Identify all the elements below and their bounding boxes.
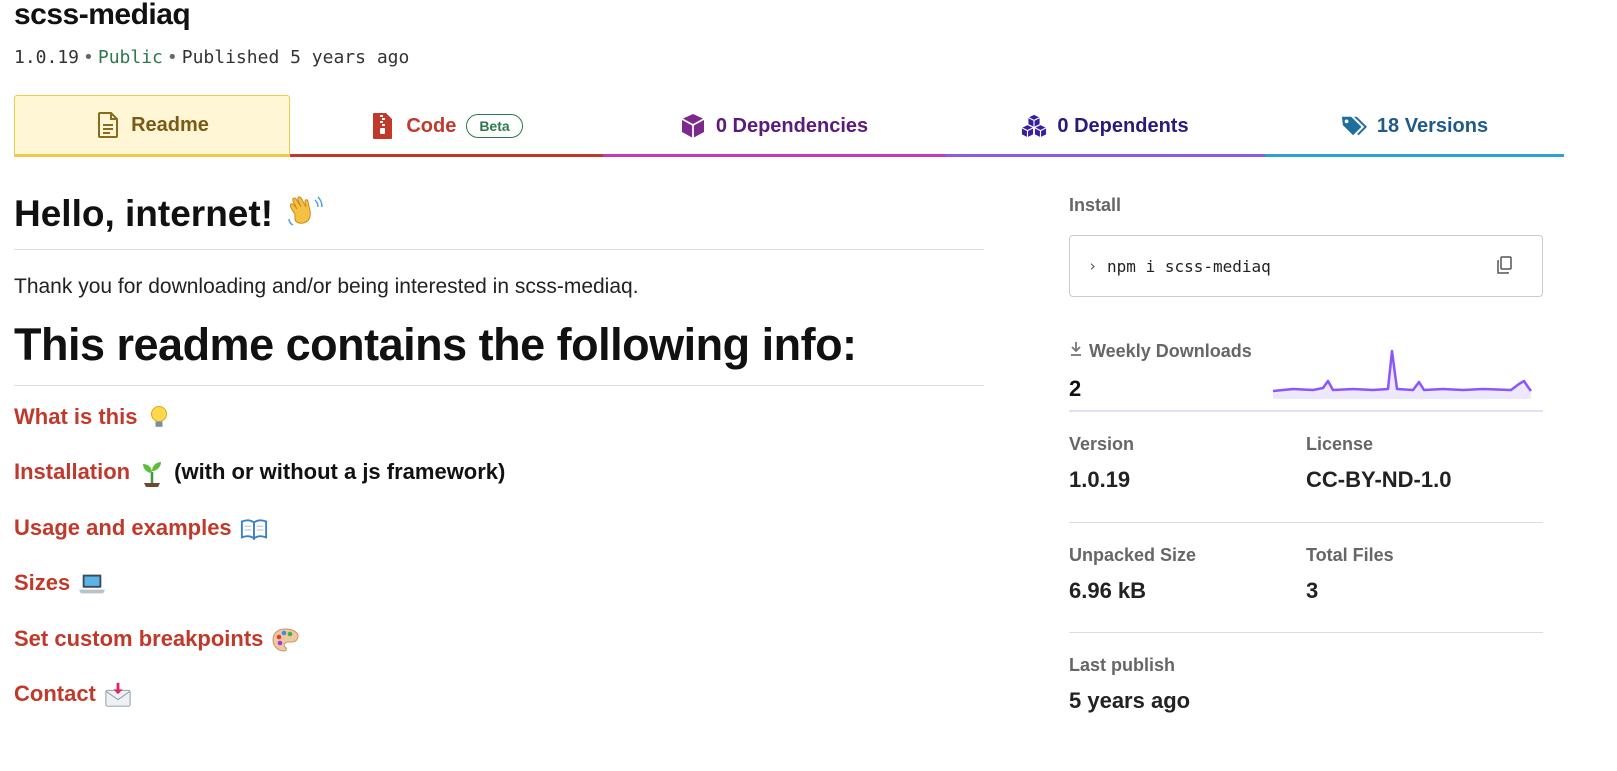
- package-name: scss-mediaq: [14, 0, 191, 31]
- tab-dependencies-label: 0 Dependencies: [715, 114, 869, 137]
- install-command[interactable]: npm i scss-mediaq: [1107, 257, 1271, 276]
- total-files-value: 3: [1306, 578, 1319, 603]
- toc-link-what-is-this[interactable]: What is this: [14, 404, 137, 430]
- toc-item-what-is-this: What is this: [14, 404, 984, 459]
- beta-badge: Beta: [466, 114, 523, 138]
- tab-code-label: Code: [406, 114, 457, 137]
- readme-toc: What is this Installation (with or witho…: [14, 404, 984, 736]
- readme-content: Hello, internet! Thank you for downloadi…: [14, 190, 984, 736]
- envelope-with-arrow-icon: [104, 681, 132, 709]
- toc-link-installation[interactable]: Installation: [14, 459, 130, 485]
- toc-item-breakpoints: Set custom breakpoints: [14, 626, 984, 681]
- tab-readme[interactable]: Readme: [14, 95, 290, 157]
- readme-intro: Thank you for downloading and/or being i…: [14, 275, 639, 298]
- toc-link-contact[interactable]: Contact: [14, 681, 96, 707]
- last-publish-label: Last publish: [1069, 655, 1176, 675]
- open-book-icon: [240, 515, 268, 543]
- readme-heading: Hello, internet!: [14, 190, 984, 250]
- install-command-box[interactable]: › npm i scss-mediaq: [1069, 235, 1543, 297]
- package-version: 1.0.19: [14, 47, 80, 68]
- tab-versions[interactable]: 18 Versions: [1265, 95, 1564, 157]
- light-bulb-icon: [145, 404, 173, 432]
- tab-readme-label: Readme: [131, 113, 209, 136]
- toc-item-installation: Installation (with or without a js frame…: [14, 459, 984, 514]
- package-meta: 1.0.19 • Public • Published 5 years ago: [14, 47, 410, 68]
- waving-hand-icon: [283, 190, 327, 234]
- license-label: License: [1306, 434, 1374, 454]
- toc-extra-installation: (with or without a js framework): [174, 459, 506, 485]
- zip-file-icon: [370, 113, 396, 139]
- package-stats: Version 1.0.19 License CC-BY-ND-1.0 Unpa…: [1069, 412, 1543, 743]
- weekly-downloads-label: Weekly Downloads: [1089, 341, 1252, 361]
- version-value: 1.0.19: [1069, 467, 1131, 492]
- copy-icon[interactable]: [1496, 256, 1512, 278]
- seedling-icon: [138, 459, 166, 488]
- unpacked-size-value: 6.96 kB: [1069, 578, 1147, 603]
- published-info: Published 5 years ago: [181, 47, 410, 68]
- toc-link-usage[interactable]: Usage and examples: [14, 515, 232, 541]
- boxes-icon: [1021, 113, 1047, 139]
- toc-link-sizes[interactable]: Sizes: [14, 570, 70, 596]
- downloads-sparkline: [1273, 349, 1532, 399]
- stat-version: Version 1.0.19: [1069, 412, 1306, 523]
- readme-heading-text: Hello, internet!: [14, 193, 274, 234]
- stat-license: License CC-BY-ND-1.0: [1306, 412, 1543, 523]
- toc-link-breakpoints[interactable]: Set custom breakpoints: [14, 626, 263, 652]
- total-files-label: Total Files: [1306, 545, 1394, 565]
- unpacked-size-label: Unpacked Size: [1069, 545, 1197, 565]
- last-publish-value: 5 years ago: [1069, 688, 1191, 713]
- install-label: Install: [1069, 195, 1122, 215]
- license-value: CC-BY-ND-1.0: [1306, 467, 1452, 492]
- laptop-icon: [78, 570, 106, 598]
- version-label: Version: [1069, 434, 1135, 454]
- download-icon: [1069, 341, 1083, 362]
- artist-palette-icon: [271, 626, 299, 654]
- tags-icon: [1341, 113, 1367, 139]
- prompt-icon: ›: [1088, 257, 1098, 275]
- tab-versions-label: 18 Versions: [1376, 114, 1489, 137]
- file-icon: [95, 112, 121, 138]
- stat-last-publish: Last publish 5 years ago: [1069, 633, 1543, 743]
- stat-total-files: Total Files 3: [1306, 523, 1543, 633]
- toc-item-contact: Contact: [14, 681, 984, 736]
- toc-item-usage: Usage and examples: [14, 515, 984, 570]
- toc-item-sizes: Sizes: [14, 570, 984, 625]
- tab-code[interactable]: Code Beta: [290, 95, 603, 157]
- stat-unpacked-size: Unpacked Size 6.96 kB: [1069, 523, 1306, 633]
- package-tabs: Readme Code Beta 0 Dependencies 0 Depend…: [14, 95, 1617, 157]
- weekly-downloads-row: 2: [1069, 349, 1543, 412]
- box-icon: [680, 113, 706, 139]
- tab-dependents[interactable]: 0 Dependents: [945, 95, 1265, 157]
- weekly-downloads-count: 2: [1069, 376, 1082, 401]
- visibility-label: Public: [97, 47, 163, 68]
- tab-dependencies[interactable]: 0 Dependencies: [603, 95, 945, 157]
- tab-dependents-label: 0 Dependents: [1057, 114, 1189, 137]
- package-sidebar: Install › npm i scss-mediaq Weekly Downl…: [1069, 195, 1543, 743]
- readme-subheading: This readme contains the following info:: [14, 319, 984, 386]
